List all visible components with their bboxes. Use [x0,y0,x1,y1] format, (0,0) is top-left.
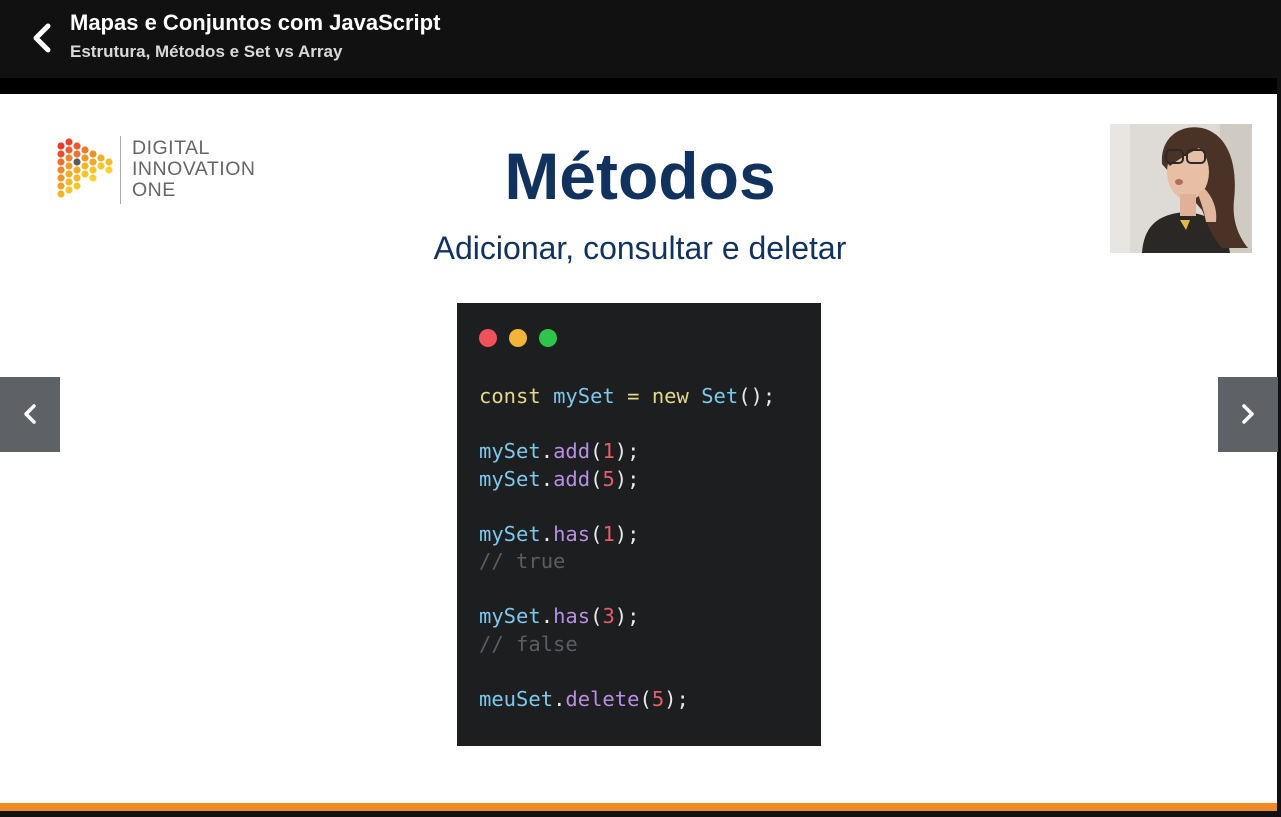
code-line: mySet.has(1); [479,522,640,546]
code-identifier: mySet [479,522,541,546]
code-number: 5 [602,467,615,491]
slide-subheading: Adicionar, consultar e deletar [433,230,847,266]
code-line: const mySet = new Set(); [479,384,775,408]
code-comment: // false [479,632,578,656]
chevron-left-icon [33,23,51,53]
code-identifier: mySet [553,384,615,408]
code-line: mySet.add(5); [479,467,640,491]
code-operator: = [614,384,652,408]
code-identifier: mySet [479,604,541,628]
code-window: const mySet = new Set(); mySet.add(1); m… [457,303,821,746]
presenter-webcam [1110,124,1252,253]
code-identifier: mySet [479,467,541,491]
code-method: has [553,604,591,628]
logo-wordmark: DIGITAL INNOVATION ONE [132,138,255,201]
code-line: mySet.has(3); [479,604,640,628]
code-line: meuSet.delete(5); [479,687,689,711]
code-line: mySet.add(1); [479,439,640,463]
chevron-left-icon [24,404,36,424]
code-keyword: const [479,384,541,408]
logo-line: ONE [132,179,176,201]
code-keyword: new [651,384,689,408]
code-identifier: mySet [479,439,541,463]
code-method: add [553,467,591,491]
code-punct: (); [738,384,776,408]
logo-line: INNOVATION [132,158,256,180]
code-method: delete [565,687,640,711]
course-title: Mapas e Conjuntos com JavaScript [70,10,441,35]
code-identifier: meuSet [479,687,554,711]
next-slide-button[interactable] [1218,377,1278,452]
top-bar: Mapas e Conjuntos com JavaScript Estrutu… [0,0,1281,78]
window-maximize-dot [539,329,557,347]
previous-slide-button[interactable] [0,377,60,452]
code-method: add [553,439,591,463]
presenter-video [1110,124,1252,253]
code-number: 3 [602,604,615,628]
code-number: 1 [602,522,615,546]
window-minimize-dot [509,329,527,347]
slide-heading: Métodos [504,139,776,213]
progress-accent-bar [0,803,1277,811]
logo-divider [120,136,121,204]
chevron-right-icon [1242,404,1254,424]
code-comment: // true [479,549,566,573]
lesson-subtitle: Estrutura, Métodos e Set vs Array [70,42,343,61]
header-divider [0,78,1281,94]
code-number: 5 [651,687,665,711]
code-method: has [553,522,591,546]
code-class: Set [701,384,739,408]
window-close-dot [479,329,497,347]
bottom-border [0,811,1281,817]
logo-line: DIGITAL [132,137,210,159]
code-number: 1 [602,439,615,463]
back-button[interactable] [28,20,56,56]
